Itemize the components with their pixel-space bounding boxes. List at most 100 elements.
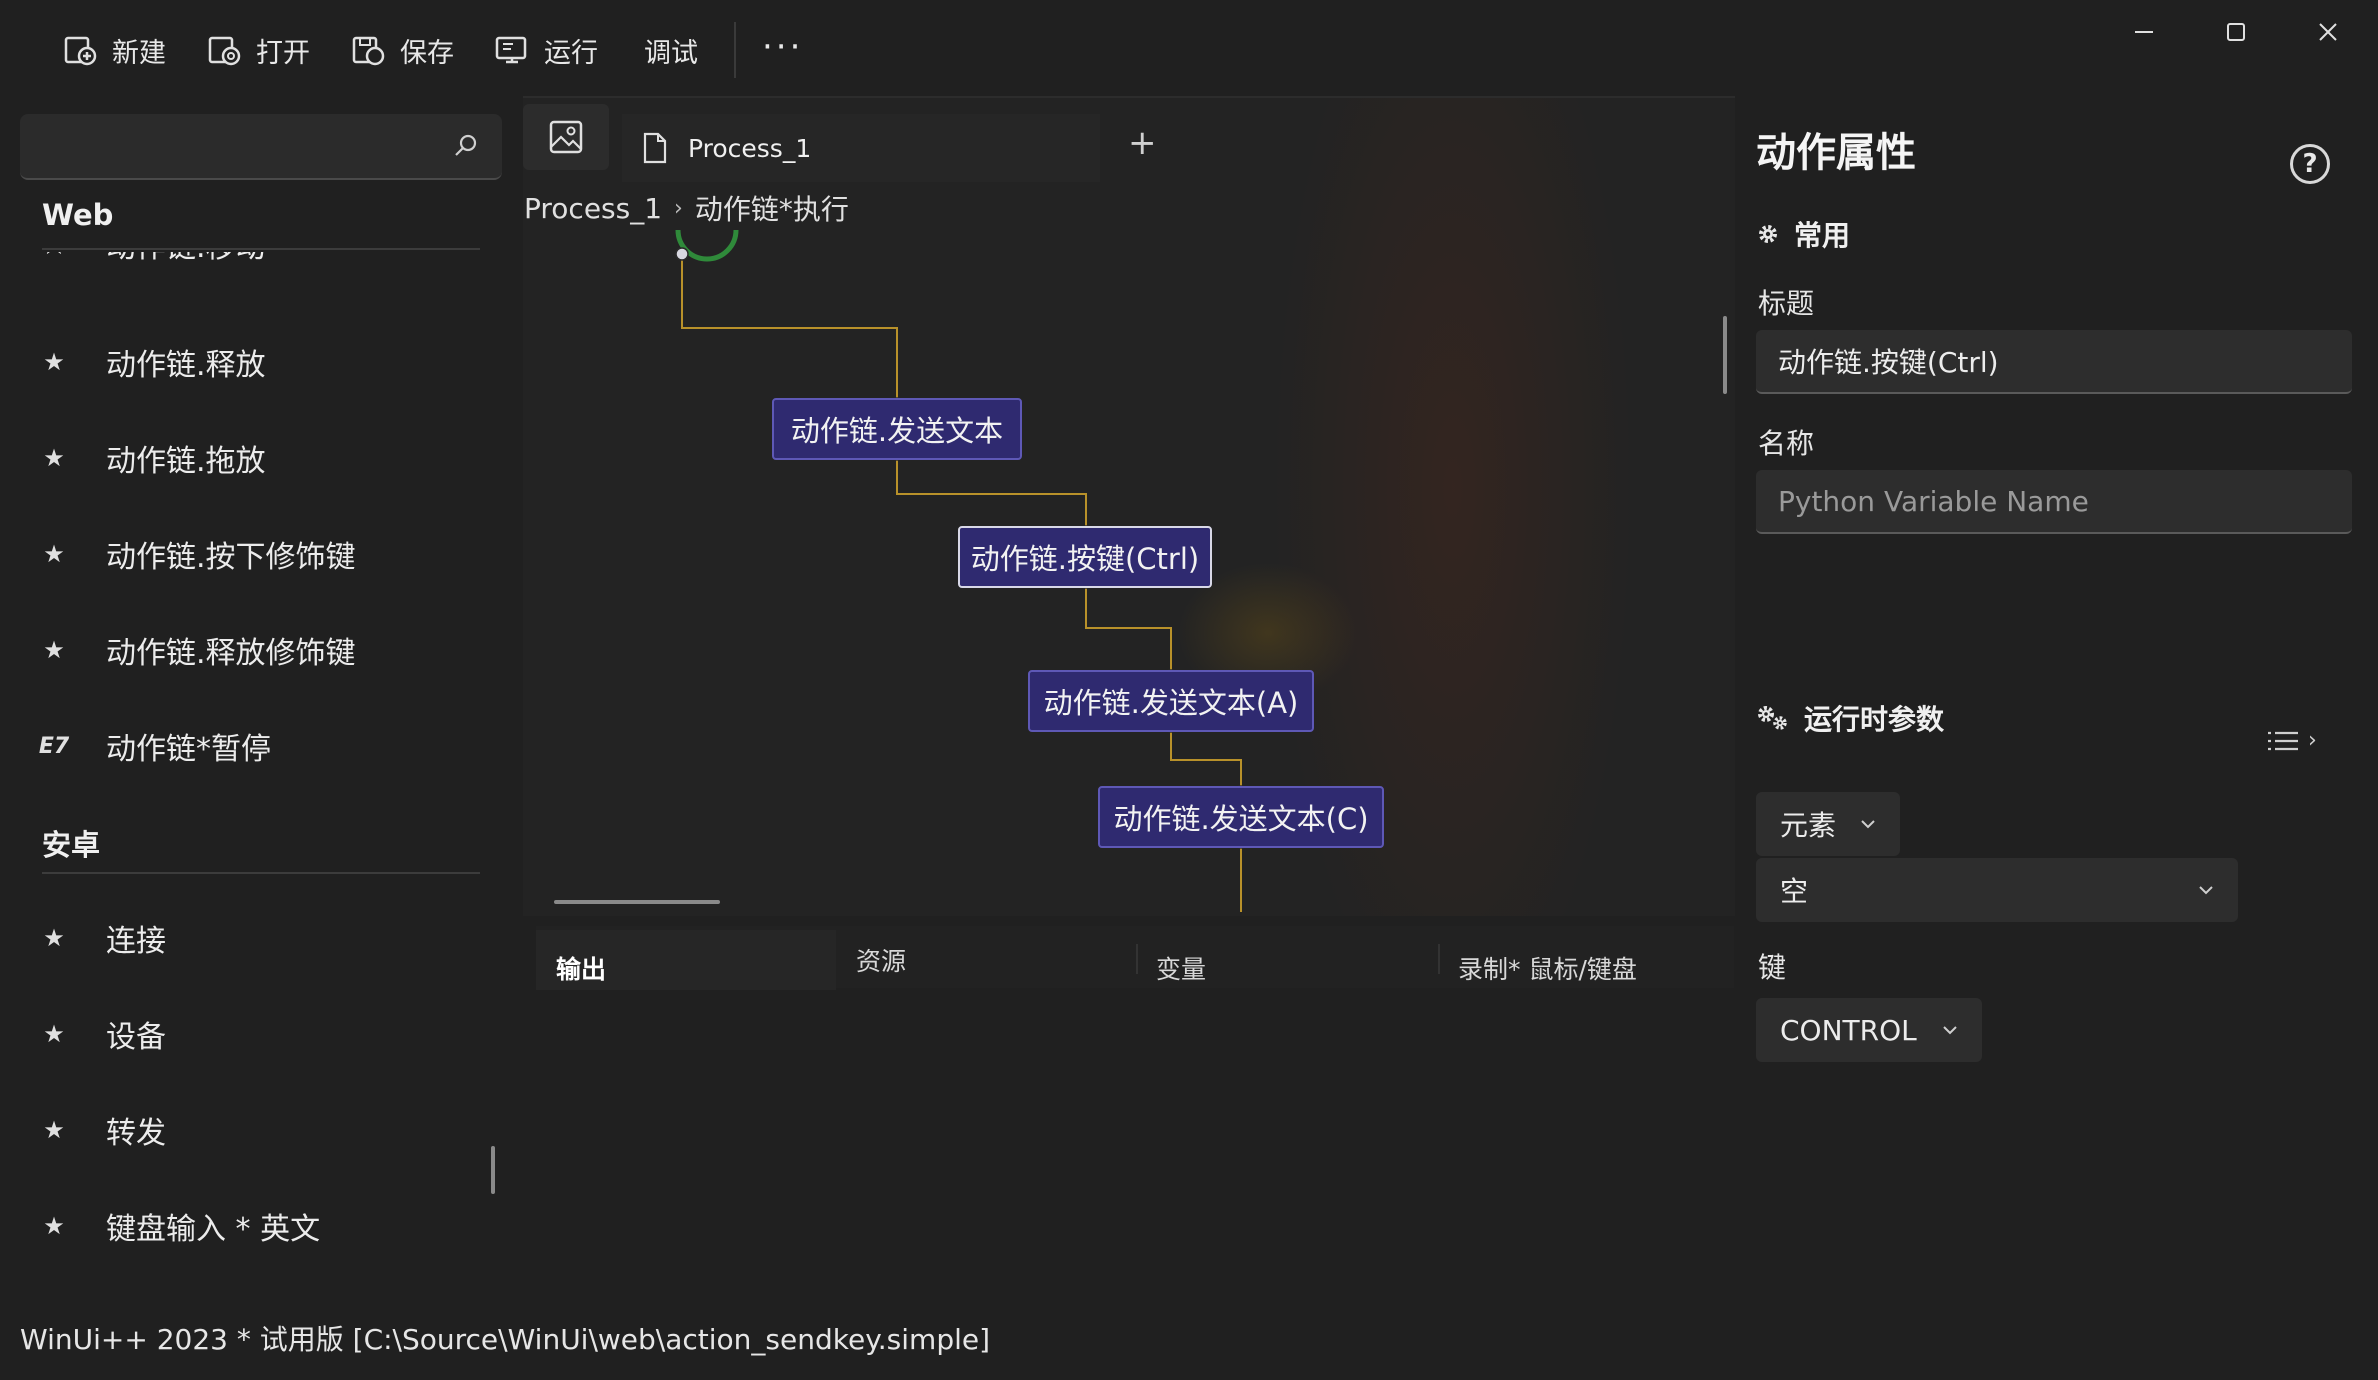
- list-item-label: 动作链.按下修饰键: [106, 540, 356, 575]
- breadcrumb-item-current: 动作链*执行: [694, 193, 849, 226]
- more-options-button[interactable]: ···: [762, 30, 803, 64]
- common-section-header: 常用: [1756, 214, 1850, 254]
- node-label: 动作链.发送文本(C): [1113, 802, 1369, 836]
- name-field-placeholder: Python Variable Name: [1778, 484, 2089, 518]
- open-button[interactable]: 打开: [206, 28, 310, 72]
- runtime-section-header: 运行时参数: [1756, 698, 1944, 738]
- list-item-pause[interactable]: E7 动作链*暂停: [36, 716, 271, 776]
- tab-divider: [1136, 944, 1138, 974]
- maximize-icon: [2227, 23, 2245, 41]
- new-button[interactable]: 新建: [62, 28, 166, 72]
- star-icon: ★: [43, 1212, 65, 1240]
- list-item-label: 转发: [106, 1116, 166, 1151]
- search-icon[interactable]: [452, 132, 480, 160]
- star-icon: ★: [43, 924, 65, 952]
- list-item-drag-drop[interactable]: ★ 动作链.拖放: [36, 428, 265, 488]
- list-item-forward[interactable]: ★ 转发: [36, 1100, 166, 1160]
- common-header-label: 常用: [1794, 219, 1851, 252]
- flow-node-send-text[interactable]: 动作链.发送文本: [772, 398, 1022, 460]
- open-button-label: 打开: [256, 37, 310, 69]
- list-view-button[interactable]: ›: [2266, 728, 2317, 753]
- save-button[interactable]: 保存: [350, 28, 454, 72]
- maximize-button[interactable]: [2206, 14, 2266, 50]
- title-label: 标题: [1758, 287, 1815, 320]
- tab-variables[interactable]: 变量: [1156, 950, 1206, 986]
- star-icon: ★: [43, 1116, 65, 1144]
- element-type-dropdown[interactable]: 元素: [1756, 792, 1900, 856]
- element-value: 空: [1780, 875, 1809, 908]
- flow-node-send-text-a[interactable]: 动作链.发送文本(A): [1028, 670, 1314, 732]
- save-button-label: 保存: [400, 37, 454, 69]
- minimize-icon: [2135, 31, 2153, 33]
- canvas-horizontal-scrollbar[interactable]: [554, 900, 720, 904]
- tab-process-1[interactable]: Process_1: [622, 114, 1100, 182]
- search-input[interactable]: [20, 114, 502, 180]
- section-web-title: Web: [42, 198, 114, 232]
- flow-node-send-text-c[interactable]: 动作链.发送文本(C): [1098, 786, 1384, 848]
- list-item-release[interactable]: ★ 动作链.释放: [36, 332, 266, 392]
- image-view-tab[interactable]: [523, 104, 609, 170]
- section-android-title: 安卓: [42, 828, 101, 862]
- monitor-run-icon: [495, 36, 527, 64]
- list-item-connect[interactable]: ★ 连接: [36, 908, 166, 968]
- add-tab-button[interactable]: +: [1128, 126, 1157, 160]
- run-button[interactable]: 运行: [494, 28, 598, 72]
- list-item-label: 动作链*暂停: [106, 732, 271, 767]
- new-file-icon: [64, 36, 97, 66]
- name-field[interactable]: Python Variable Name: [1756, 470, 2352, 534]
- sidebar-scrollbar[interactable]: [491, 1146, 495, 1194]
- editor-top-divider: [523, 96, 1735, 98]
- element-value-dropdown[interactable]: 空: [1756, 858, 2238, 922]
- gears-icon: [1758, 706, 1787, 730]
- element-type-value: 元素: [1780, 809, 1837, 842]
- list-item-device[interactable]: ★ 设备: [36, 1004, 166, 1064]
- list-item-label: 动作链.释放: [106, 348, 266, 383]
- node-label: 动作链.发送文本(A): [1043, 686, 1299, 720]
- list-icon: [2268, 731, 2298, 750]
- star-icon: ★: [43, 540, 65, 568]
- list-item-clipped[interactable]: ★ 动作链.移动: [36, 252, 496, 282]
- star-icon: ★: [43, 348, 65, 376]
- chevron-right-icon: ›: [2308, 728, 2317, 753]
- runtime-header-label: 运行时参数: [1804, 703, 1945, 736]
- close-button[interactable]: [2298, 14, 2358, 50]
- list-item-label: 动作链.释放修饰键: [106, 636, 356, 671]
- status-bar-text: WinUi++ 2023 * 试用版 [C:\Source\WinUi\web\…: [20, 1323, 991, 1356]
- help-icon[interactable]: ?: [2290, 144, 2330, 184]
- flow-node-key-ctrl[interactable]: 动作链.按键(Ctrl): [958, 526, 1212, 588]
- list-item-key-down-modifier[interactable]: ★ 动作链.按下修饰键: [36, 524, 356, 584]
- debug-button[interactable]: 调试: [644, 28, 698, 72]
- list-item-label: 连接: [106, 924, 166, 959]
- tab-output[interactable]: 输出: [556, 950, 606, 986]
- debug-button-label: 调试: [644, 37, 698, 69]
- toolbar-separator: [734, 22, 736, 78]
- key-dropdown[interactable]: CONTROL: [1756, 998, 1982, 1062]
- key-value: CONTROL: [1780, 1013, 1917, 1047]
- breadcrumb-item-process[interactable]: Process_1: [524, 192, 662, 225]
- star-icon: ★: [43, 444, 65, 472]
- minimize-button[interactable]: [2114, 14, 2174, 50]
- list-item-label: 设备: [106, 1020, 166, 1055]
- list-item-keyboard-input[interactable]: ★ 键盘输入 * 英文: [36, 1196, 320, 1256]
- title-field-value: 动作链.按键(Ctrl): [1778, 346, 1999, 379]
- document-icon: [643, 132, 667, 164]
- breadcrumb: Process_1 › 动作链*执行: [524, 188, 849, 228]
- e7-icon: E7: [38, 733, 70, 759]
- canvas-vertical-scrollbar[interactable]: [1723, 316, 1727, 394]
- tab-record-mouse-keyboard[interactable]: 录制* 鼠标/键盘: [1458, 950, 1637, 986]
- chevron-down-icon: [1861, 820, 1875, 829]
- star-icon: ★: [36, 252, 72, 262]
- section-web-divider: [42, 248, 480, 250]
- list-item-key-up-modifier[interactable]: ★ 动作链.释放修饰键: [36, 620, 356, 680]
- chevron-down-icon: [1943, 1026, 1957, 1035]
- save-icon: [352, 36, 385, 66]
- tab-divider: [1438, 944, 1440, 974]
- key-label: 键: [1758, 951, 1787, 984]
- chevron-down-icon: [2199, 886, 2213, 895]
- title-field[interactable]: 动作链.按键(Ctrl): [1756, 330, 2352, 394]
- run-button-label: 运行: [544, 37, 598, 69]
- star-icon: ★: [43, 1020, 65, 1048]
- close-icon: [2319, 23, 2337, 41]
- tab-resources[interactable]: 资源: [856, 942, 906, 978]
- list-item-label: 键盘输入 * 英文: [106, 1212, 321, 1247]
